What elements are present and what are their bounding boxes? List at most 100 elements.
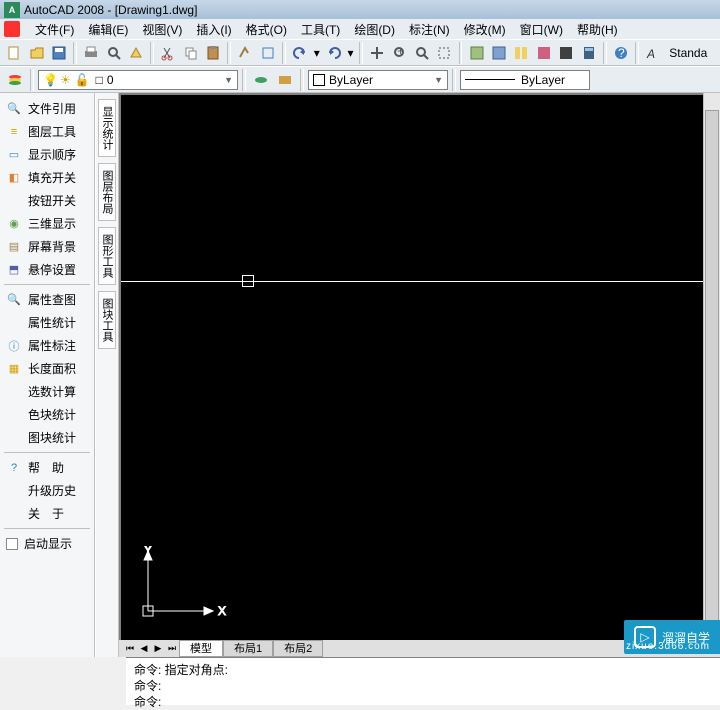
- side-item-2-4[interactable]: 选数计算: [0, 380, 94, 403]
- side-icon: ▦: [6, 361, 22, 377]
- vtab-stats[interactable]: 显示统计: [98, 99, 116, 157]
- side-item-1-0[interactable]: 🔍文件引用: [0, 97, 94, 120]
- standards-label: Standa: [665, 46, 716, 60]
- color-value: ByLayer: [329, 73, 373, 87]
- scrollbar-thumb[interactable]: [705, 110, 719, 623]
- undo-button[interactable]: [290, 42, 310, 64]
- ssm-button[interactable]: [534, 42, 554, 64]
- markup-button[interactable]: [556, 42, 576, 64]
- menu-tools[interactable]: 工具(T): [294, 21, 347, 38]
- paste-button[interactable]: [203, 42, 223, 64]
- tab-layout2[interactable]: 布局2: [273, 640, 323, 657]
- side-item-3-0[interactable]: ?帮 助: [0, 456, 94, 479]
- tab-layout1[interactable]: 布局1: [223, 640, 273, 657]
- side-icon: ▤: [6, 239, 22, 255]
- crosshair-horizontal: [121, 281, 703, 282]
- dropdown-undo[interactable]: ▾: [312, 42, 321, 64]
- side-item-1-1[interactable]: ≡图层工具: [0, 120, 94, 143]
- side-label: 显示顺序: [28, 146, 76, 163]
- save-button[interactable]: [49, 42, 69, 64]
- side-item-2-5[interactable]: 色块统计: [0, 403, 94, 426]
- calc-button[interactable]: [578, 42, 598, 64]
- side-label: 选数计算: [28, 383, 76, 400]
- properties-button[interactable]: [466, 42, 486, 64]
- vtab-blocks[interactable]: 图块工具: [98, 291, 116, 349]
- pan-button[interactable]: [367, 42, 387, 64]
- dsc-button[interactable]: [489, 42, 509, 64]
- tab-model[interactable]: 模型: [179, 640, 223, 657]
- side-icon: [6, 193, 22, 209]
- startup-label: 启动显示: [24, 535, 72, 552]
- side-label: 按钮开关: [28, 192, 76, 209]
- menu-dimension[interactable]: 标注(N): [402, 21, 457, 38]
- new-button[interactable]: [4, 42, 24, 64]
- textstyle-button[interactable]: A: [643, 42, 663, 64]
- autocad-logo-icon[interactable]: [4, 21, 20, 37]
- side-icon: ◉: [6, 216, 22, 232]
- color-combo[interactable]: ByLayer ▼: [308, 70, 448, 90]
- block-button[interactable]: [257, 42, 277, 64]
- main-area: 🔍文件引用≡图层工具▭显示顺序◧填充开关按钮开关◉三维显示▤屏幕背景⬒悬停设置 …: [0, 93, 720, 657]
- menu-insert[interactable]: 插入(I): [189, 21, 238, 38]
- side-item-1-5[interactable]: ◉ 三维显示: [0, 212, 94, 235]
- command-line[interactable]: 命令: 指定对角点: 命令: 命令:: [126, 657, 720, 705]
- menu-edit[interactable]: 编辑(E): [81, 21, 135, 38]
- tab-next-button[interactable]: ▶: [151, 642, 165, 656]
- vertical-scrollbar[interactable]: [703, 93, 720, 640]
- layer-manager-button[interactable]: [4, 69, 26, 91]
- side-label: 三维显示: [28, 215, 76, 232]
- vtab-layers[interactable]: 图层布局: [98, 163, 116, 221]
- svg-text:Y: Y: [144, 546, 152, 557]
- side-item-1-4[interactable]: 按钮开关: [0, 189, 94, 212]
- menu-format[interactable]: 格式(O): [239, 21, 294, 38]
- menu-view[interactable]: 视图(V): [135, 21, 189, 38]
- cut-button[interactable]: [158, 42, 178, 64]
- side-item-1-7[interactable]: ⬒悬停设置: [0, 258, 94, 281]
- tool-palettes-button[interactable]: [511, 42, 531, 64]
- menubar: 文件(F) 编辑(E) 视图(V) 插入(I) 格式(O) 工具(T) 绘图(D…: [0, 19, 720, 39]
- open-button[interactable]: [26, 42, 46, 64]
- side-item-2-2[interactable]: ⓘ属性标注: [0, 334, 94, 357]
- side-item-3-1[interactable]: 升级历史: [0, 479, 94, 502]
- linetype-combo[interactable]: ByLayer: [460, 70, 590, 90]
- startup-toggle[interactable]: 启动显示: [0, 532, 94, 555]
- vtab-shapes[interactable]: 图形工具: [98, 227, 116, 285]
- side-item-2-3[interactable]: ▦长度面积: [0, 357, 94, 380]
- tab-last-button[interactable]: ⏭: [165, 642, 179, 656]
- zoom-window-button[interactable]: [434, 42, 454, 64]
- layer-combo[interactable]: 💡 ☀ 🔓 □ 0 ▼: [38, 70, 238, 90]
- square-icon: □: [96, 73, 103, 87]
- dropdown-redo[interactable]: ▾: [346, 42, 355, 64]
- separator: [603, 42, 607, 64]
- side-item-2-0[interactable]: 🔍属性查图: [0, 288, 94, 311]
- print-button[interactable]: [81, 42, 101, 64]
- publish-button[interactable]: [126, 42, 146, 64]
- menu-file[interactable]: 文件(F): [28, 21, 81, 38]
- preview-button[interactable]: [103, 42, 123, 64]
- side-item-3-2[interactable]: 关 于: [0, 502, 94, 525]
- copy-button[interactable]: [180, 42, 200, 64]
- tab-first-button[interactable]: ⏮: [123, 642, 137, 656]
- zoom-prev-button[interactable]: [412, 42, 432, 64]
- side-label: 图层工具: [28, 123, 76, 140]
- menu-help[interactable]: 帮助(H): [570, 21, 625, 38]
- menu-draw[interactable]: 绘图(D): [347, 21, 402, 38]
- match-button[interactable]: [235, 42, 255, 64]
- cmd-line2: 命令:: [134, 678, 712, 694]
- drawing-canvas[interactable]: Y X: [119, 93, 703, 640]
- tab-prev-button[interactable]: ◀: [137, 642, 151, 656]
- layer-prev-button[interactable]: [250, 69, 272, 91]
- side-item-1-6[interactable]: ▤屏幕背景: [0, 235, 94, 258]
- layer-state-button[interactable]: [274, 69, 296, 91]
- menu-window[interactable]: 窗口(W): [513, 21, 570, 38]
- side-item-1-3[interactable]: ◧填充开关: [0, 166, 94, 189]
- zoom-rt-button[interactable]: +: [389, 42, 409, 64]
- side-icon: [6, 483, 22, 499]
- side-item-2-6[interactable]: 图块统计: [0, 426, 94, 449]
- menu-modify[interactable]: 修改(M): [457, 21, 513, 38]
- side-label: 属性标注: [28, 337, 76, 354]
- help-button[interactable]: ?: [611, 42, 631, 64]
- side-item-1-2[interactable]: ▭显示顺序: [0, 143, 94, 166]
- redo-button[interactable]: [323, 42, 343, 64]
- side-item-2-1[interactable]: 属性统计: [0, 311, 94, 334]
